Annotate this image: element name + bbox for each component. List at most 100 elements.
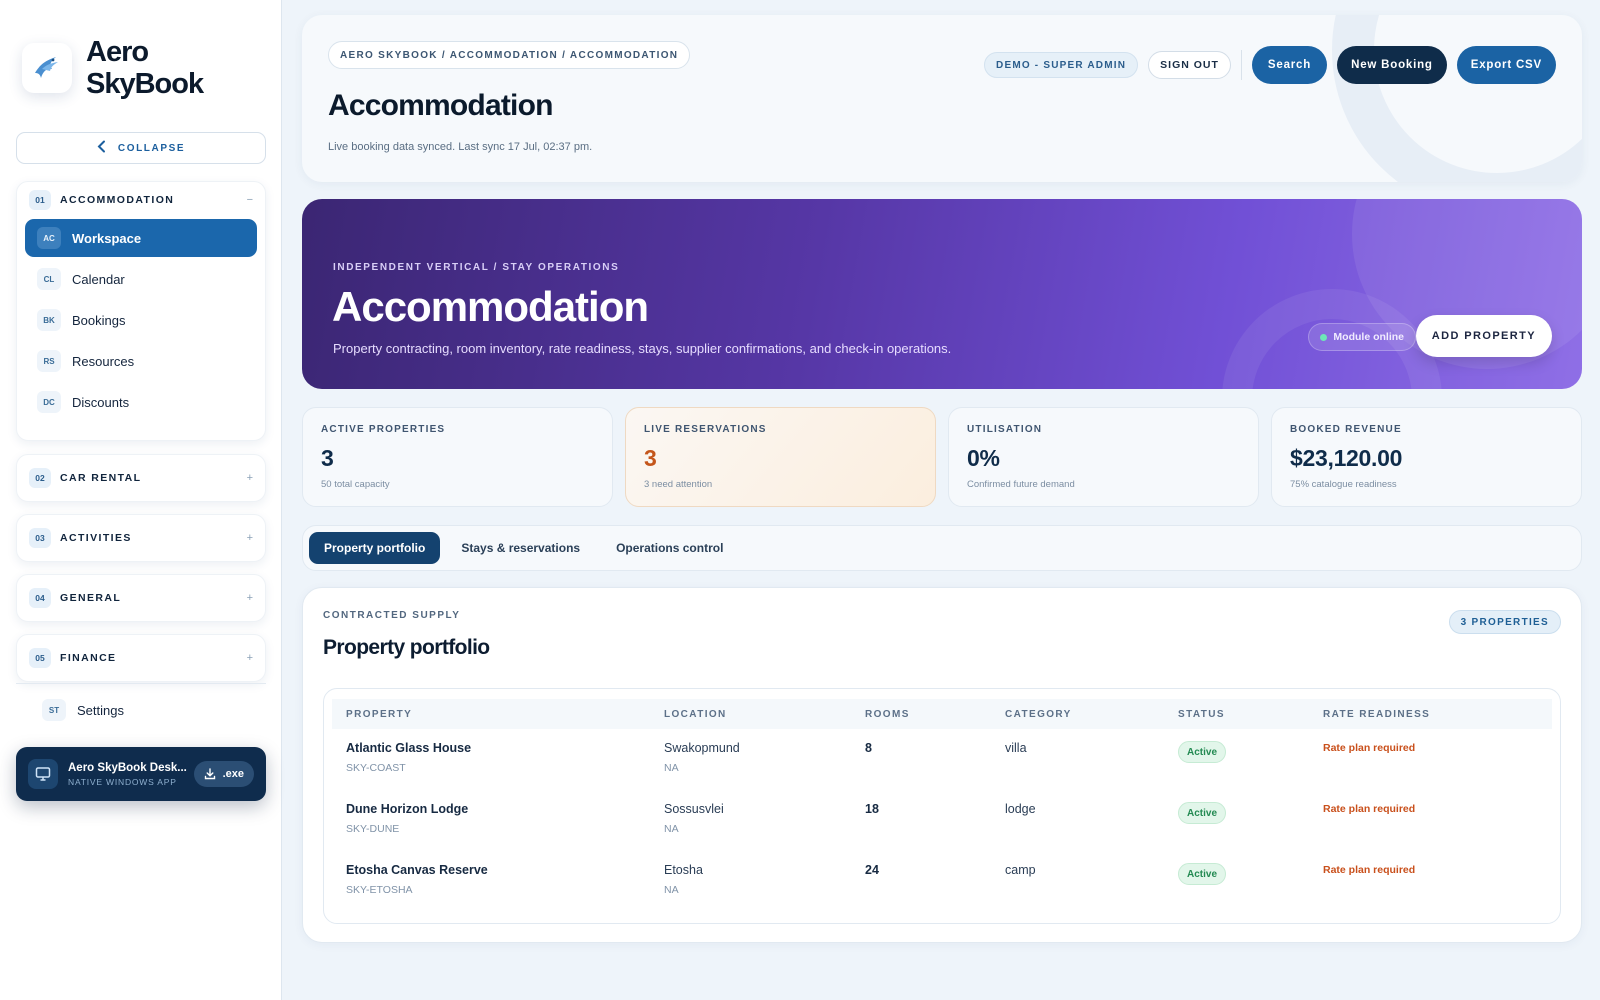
collapse-button[interactable]: COLLAPSE xyxy=(16,132,266,164)
nav-abbr: DC xyxy=(37,391,61,413)
bird-logo-icon xyxy=(22,43,72,93)
sidebar-item-workspace[interactable]: AC Workspace xyxy=(25,219,257,257)
sidebar-item-label: Calendar xyxy=(72,271,125,287)
search-button[interactable]: Search xyxy=(1251,46,1328,84)
expand-group-icon[interactable]: + xyxy=(247,472,253,484)
rate-readiness: Rate plan required xyxy=(1323,864,1416,876)
column-header[interactable]: CATEGORY xyxy=(991,699,1164,729)
add-property-button[interactable]: ADD PROPERTY xyxy=(1415,315,1552,357)
sidebar-item-label: Settings xyxy=(77,702,124,718)
header-separator xyxy=(1240,50,1242,80)
group-label: CAR RENTAL xyxy=(60,472,142,484)
tab-property-portfolio[interactable]: Property portfolio xyxy=(309,532,441,564)
group-label: FINANCE xyxy=(60,652,117,664)
hero-description: Property contracting, room inventory, ra… xyxy=(333,341,952,356)
nav-abbr: CL xyxy=(37,268,61,290)
property-country: NA xyxy=(664,884,679,896)
kpi-label: LIVE RESERVATIONS xyxy=(644,424,767,435)
property-category: villa xyxy=(1005,741,1027,755)
property-city: Etosha xyxy=(664,863,703,877)
kpi-subtext: Confirmed future demand xyxy=(967,479,1075,490)
sidebar-item-discounts[interactable]: DC Discounts xyxy=(25,383,257,421)
nav-abbr: BK xyxy=(37,309,61,331)
nav-group-accommodation: 01 ACCOMMODATION − AC Workspace CL Calen… xyxy=(16,181,266,441)
table-row[interactable]: Atlantic Glass House SKY-COAST Swakopmund… xyxy=(332,729,1552,790)
module-status-badge: Module online xyxy=(1308,323,1416,351)
property-category: camp xyxy=(1005,863,1036,877)
status-dot-icon xyxy=(1320,333,1328,341)
kpi-value: 0% xyxy=(967,445,1000,471)
monitor-icon xyxy=(28,759,58,789)
chevron-left-icon xyxy=(97,140,106,156)
property-rooms: 8 xyxy=(865,741,872,755)
expand-group-icon[interactable]: + xyxy=(247,532,253,544)
column-header[interactable]: PROPERTY xyxy=(332,699,650,729)
nav-group-finance[interactable]: 05 FINANCE + xyxy=(16,634,266,682)
brand-name: Aero SkyBook xyxy=(86,36,204,100)
column-header[interactable]: RATE READINESS xyxy=(1309,699,1552,729)
sidebar: Aero SkyBook COLLAPSE 01 ACCOMMODATION −… xyxy=(0,0,282,1000)
download-exe-button[interactable]: .exe xyxy=(193,761,254,787)
nav-group-general[interactable]: 04 GENERAL + xyxy=(16,574,266,622)
nav-abbr: AC xyxy=(37,227,61,249)
collapse-group-icon[interactable]: − xyxy=(247,194,253,206)
expand-group-icon[interactable]: + xyxy=(247,652,253,664)
table-header-row: PROPERTY LOCATION ROOMS CATEGORY STATUS … xyxy=(332,699,1552,729)
group-label: ACTIVITIES xyxy=(60,532,132,544)
sync-status-text: Live booking data synced. Last sync 17 J… xyxy=(328,141,593,153)
property-count-badge: 3 PROPERTIES xyxy=(1448,610,1561,634)
expand-group-icon[interactable]: + xyxy=(247,592,253,604)
hero-title: Accommodation xyxy=(332,283,649,330)
column-header[interactable]: LOCATION xyxy=(650,699,851,729)
status-badge: Active xyxy=(1178,741,1227,763)
kpi-subtext: 50 total capacity xyxy=(321,479,390,490)
nav-group-header[interactable]: 03 ACTIVITIES + xyxy=(17,515,265,561)
property-table: PROPERTY LOCATION ROOMS CATEGORY STATUS … xyxy=(332,699,1552,912)
brand[interactable]: Aero SkyBook xyxy=(22,36,246,100)
download-label: .exe xyxy=(222,768,244,780)
tab-operations-control[interactable]: Operations control xyxy=(601,532,738,564)
group-number: 03 xyxy=(29,528,51,548)
rate-readiness: Rate plan required xyxy=(1323,742,1416,754)
sidebar-item-label: Discounts xyxy=(72,394,130,410)
property-code: SKY-COAST xyxy=(346,762,406,774)
kpi-label: BOOKED REVENUE xyxy=(1290,424,1402,435)
kpi-value: 3 xyxy=(321,445,334,471)
table-row[interactable]: Dune Horizon Lodge SKY-DUNE Sossusvlei NA … xyxy=(332,790,1552,851)
nav-group-activities[interactable]: 03 ACTIVITIES + xyxy=(16,514,266,562)
column-header[interactable]: STATUS xyxy=(1164,699,1309,729)
group-number: 02 xyxy=(29,468,51,488)
nav-group-header[interactable]: 04 GENERAL + xyxy=(17,575,265,621)
tab-stays-reservations[interactable]: Stays & reservations xyxy=(446,532,595,564)
sign-out-button[interactable]: SIGN OUT xyxy=(1148,51,1231,79)
sidebar-item-bookings[interactable]: BK Bookings xyxy=(25,301,257,339)
module-hero: INDEPENDENT VERTICAL / STAY OPERATIONS A… xyxy=(302,199,1582,389)
breadcrumb[interactable]: AERO SKYBOOK / ACCOMMODATION / ACCOMMODA… xyxy=(328,41,691,69)
new-booking-button[interactable]: New Booking xyxy=(1337,46,1447,84)
nav-group-header-accommodation[interactable]: 01 ACCOMMODATION − xyxy=(17,184,265,216)
desktop-app-subtitle: NATIVE WINDOWS APP xyxy=(68,776,177,787)
property-name[interactable]: Atlantic Glass House xyxy=(346,741,650,755)
desktop-app-title: Aero SkyBook Desk... xyxy=(68,761,187,774)
page-title: Accommodation xyxy=(328,89,553,122)
property-name[interactable]: Etosha Canvas Reserve xyxy=(346,863,650,877)
status-badge: Active xyxy=(1178,802,1227,824)
sidebar-item-resources[interactable]: RS Resources xyxy=(25,342,257,380)
nav-group-car-rental[interactable]: 02 CAR RENTAL + xyxy=(16,454,266,502)
table-row[interactable]: Etosha Canvas Reserve SKY-ETOSHA Etosha NA… xyxy=(332,851,1552,912)
column-header[interactable]: ROOMS xyxy=(851,699,991,729)
property-table-container: PROPERTY LOCATION ROOMS CATEGORY STATUS … xyxy=(323,688,1561,924)
nav-group-header[interactable]: 05 FINANCE + xyxy=(17,635,265,681)
sidebar-item-calendar[interactable]: CL Calendar xyxy=(25,260,257,298)
kpi-utilisation: UTILISATION 0% Confirmed future demand xyxy=(948,407,1259,507)
sidebar-item-settings[interactable]: ST Settings xyxy=(42,699,124,721)
property-name[interactable]: Dune Horizon Lodge xyxy=(346,802,650,816)
module-status-label: Module online xyxy=(1333,331,1404,343)
property-code: SKY-DUNE xyxy=(346,823,400,835)
export-csv-button[interactable]: Export CSV xyxy=(1456,46,1556,84)
role-badge: DEMO - SUPER ADMIN xyxy=(984,52,1139,78)
kpi-label: UTILISATION xyxy=(967,424,1043,435)
nav-group-header[interactable]: 02 CAR RENTAL + xyxy=(17,455,265,501)
sidebar-item-label: Bookings xyxy=(72,312,126,328)
property-country: NA xyxy=(664,762,679,774)
